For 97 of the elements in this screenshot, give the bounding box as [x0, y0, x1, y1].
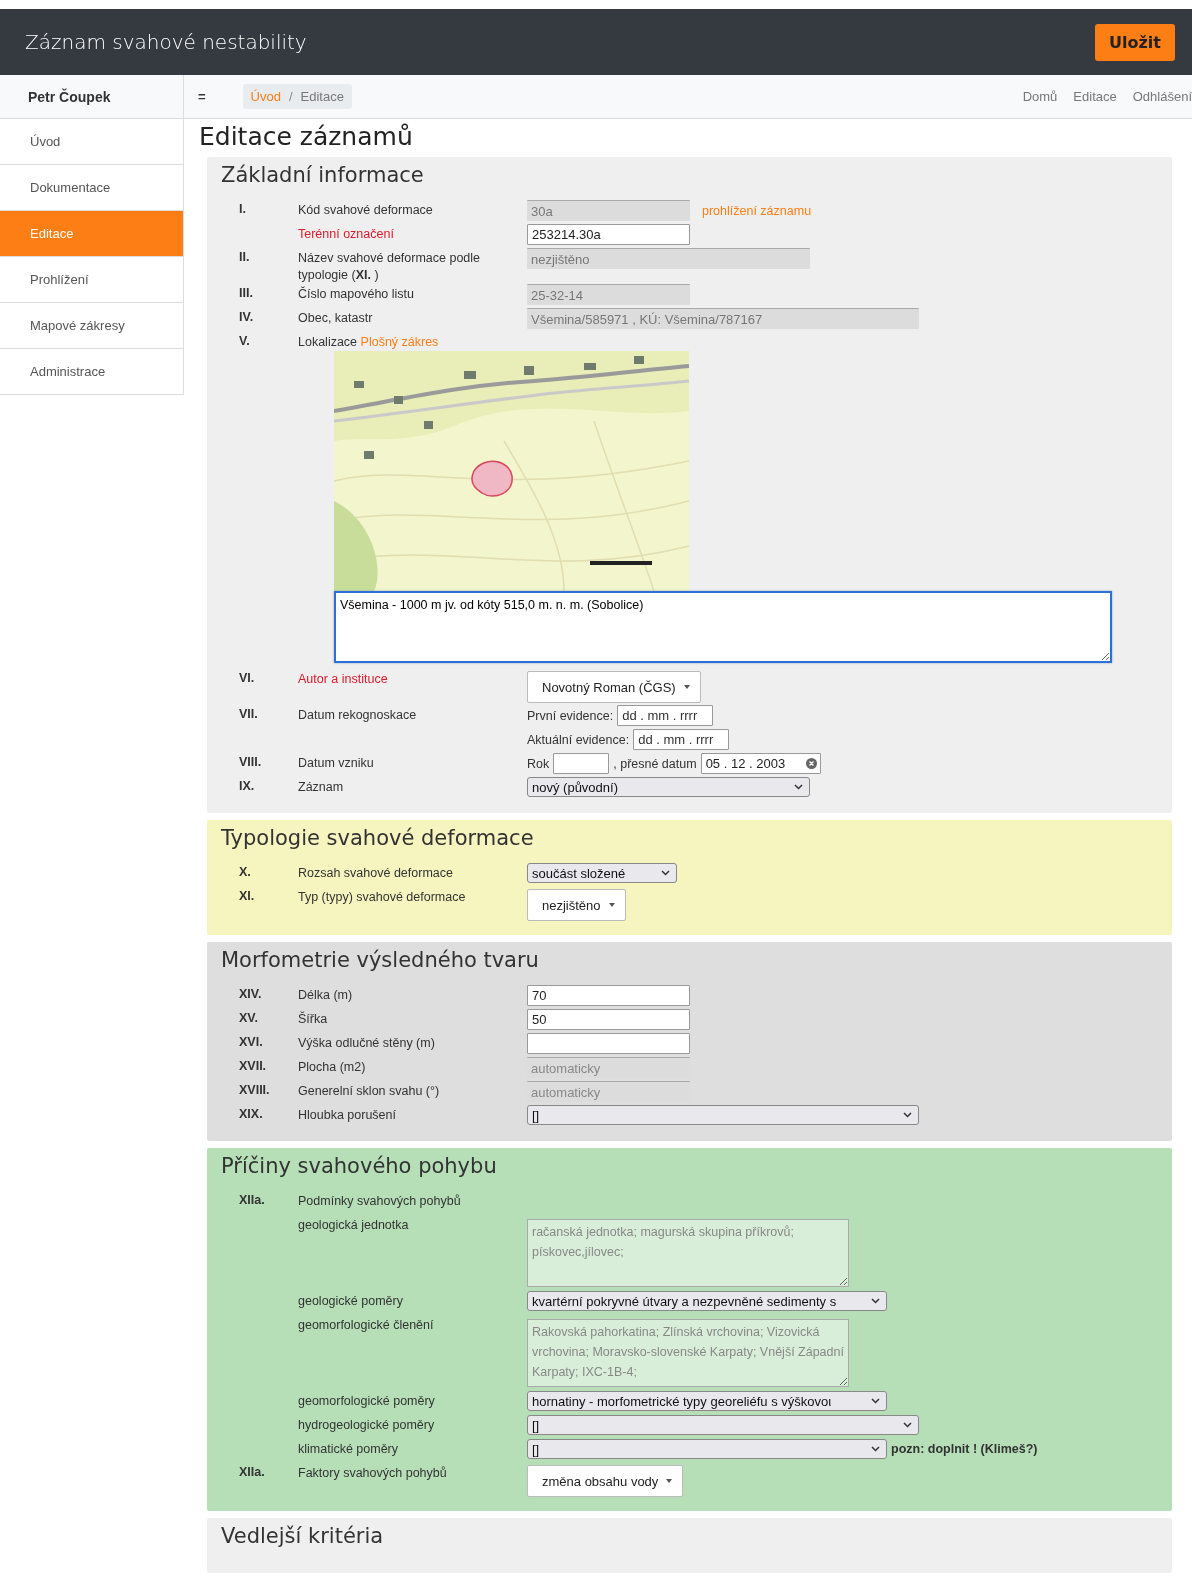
field-label: Název svahové deformace podle typologie (XI. ) — [298, 250, 482, 284]
text-field[interactable] — [553, 753, 610, 774]
chevron-icon — [903, 1422, 912, 1428]
breadcrumb-separator: / — [288, 89, 293, 104]
field-label: Šířka — [298, 1010, 329, 1028]
text-field[interactable]: 70 — [527, 985, 690, 1006]
field-label: Obec, katastr — [298, 310, 374, 327]
row-number: II. — [238, 249, 251, 264]
readonly-field[interactable]: automaticky — [527, 1081, 690, 1102]
row-number: IX. — [238, 778, 256, 793]
field-label: Typ (typy) svahové deformace — [298, 889, 467, 906]
row-number: XIV. — [238, 986, 263, 1001]
chevron-icon — [903, 1112, 912, 1118]
field-label: Výška odlučné stěny (m) — [298, 1035, 436, 1052]
field-label: Číslo mapového listu — [298, 285, 416, 303]
section-title: Příčiny svahového pohybu — [221, 1154, 498, 1178]
field-label: hydrogeologické poměry — [298, 1417, 436, 1434]
field-label: Podmínky svahových pohybů — [298, 1193, 462, 1210]
text-area[interactable]: Všemina - 1000 m jv. od kóty 515,0 m. n. m. (Sobolice) — [334, 591, 1112, 663]
field-label: Lokalizace Plošný zákres — [298, 334, 440, 351]
section-title: Typologie svahové deformace — [221, 826, 535, 850]
nav-link[interactable]: Odhlášení — [1132, 89, 1192, 104]
field-label: geologické poměry — [298, 1293, 404, 1310]
chevron-icon — [871, 1446, 880, 1452]
nav-link[interactable]: Editace — [1073, 89, 1117, 104]
dropdown-button[interactable]: nezjištěno — [527, 889, 626, 921]
row-number: VII. — [238, 706, 259, 721]
row-number: XIIa. — [238, 1464, 266, 1479]
date-field[interactable]: dd . mm . rrrr — [633, 729, 730, 750]
row-number: XIX. — [238, 1106, 264, 1121]
row-number: VI. — [238, 670, 256, 685]
clear-icon — [805, 758, 817, 769]
caret-icon — [608, 903, 615, 907]
chevron-icon — [871, 1298, 880, 1304]
field-label: Faktory svahových pohybů — [298, 1465, 448, 1482]
chevron-icon — [661, 870, 670, 876]
field-label: Plocha (m2) — [298, 1059, 367, 1076]
field-prefix: , přesné datum — [613, 756, 697, 771]
section-title: Vedlejší kritéria — [221, 1524, 385, 1548]
row-number: VIII. — [238, 754, 263, 769]
field-label: Generelní sklon svahu (°) — [298, 1083, 441, 1100]
chevron-icon — [794, 784, 803, 790]
field-prefix: Rok — [527, 756, 550, 771]
select-field[interactable]: [] — [527, 1105, 919, 1125]
select-field[interactable]: kvartérní pokryvné útvary a nezpevněné sedimenty s — [527, 1291, 887, 1311]
dropdown-button[interactable]: Novotný Roman (ČGS) — [527, 671, 701, 703]
select-field[interactable]: [] — [527, 1415, 919, 1435]
field-label: geomorfologické poměry — [298, 1393, 436, 1410]
field-label: geologická jednotka — [298, 1217, 410, 1234]
menu-toggle[interactable]: = — [198, 89, 206, 104]
field-label: Délka (m) — [298, 987, 354, 1004]
field-label: klimatické poměry — [298, 1441, 400, 1458]
field-label: Terénní označení — [298, 226, 395, 243]
field-label: Datum vzniku — [298, 755, 375, 772]
row-number: XIIa. — [238, 1192, 266, 1207]
field-prefix: Aktuální evidence: — [527, 732, 630, 747]
nav-link[interactable]: Domů — [1022, 89, 1058, 104]
date-field[interactable]: 05 . 12 . 2003 — [700, 753, 821, 774]
row-number: IV. — [238, 309, 255, 324]
text-field[interactable]: 253214.30a — [527, 224, 690, 245]
section-title: Morfometrie výsledného tvaru — [221, 948, 540, 972]
breadcrumb-current: Editace — [300, 89, 344, 104]
page-title: Editace záznamů — [199, 122, 414, 151]
select-field[interactable]: [] — [527, 1439, 887, 1459]
row-number: V. — [238, 333, 251, 348]
field-label: Autor a instituce — [298, 671, 389, 688]
readonly-field[interactable]: automaticky — [527, 1057, 690, 1078]
row-number: XV. — [238, 1010, 259, 1025]
field-prefix: První evidence: — [527, 708, 614, 723]
row-number: III. — [238, 285, 254, 300]
row-number: XI. — [238, 888, 256, 903]
row-number: XVII. — [238, 1058, 268, 1073]
note-text: pozn: doplnit ! (Klimeš?) — [891, 1442, 1038, 1456]
field-label: Datum rekognoskace — [298, 707, 418, 724]
text-field[interactable]: 50 — [527, 1009, 690, 1030]
section-title: Základní informace — [221, 163, 425, 187]
app-title: Záznam svahové nestability — [25, 30, 307, 54]
row-number: XVI. — [238, 1034, 264, 1049]
row-number: X. — [238, 864, 252, 879]
chevron-icon — [871, 1398, 880, 1404]
field-label: Záznam — [298, 779, 345, 796]
field-label: Rozsah svahové deformace — [298, 865, 454, 882]
caret-icon — [683, 685, 690, 689]
field-label: Kód svahové deformace — [298, 202, 434, 219]
user-name: Petr Čoupek — [0, 75, 183, 119]
caret-icon — [666, 1479, 673, 1483]
row-number: I. — [238, 201, 247, 216]
select-field[interactable]: hornatiny - morfometrické typy georeliéfu s výškovoι — [527, 1391, 887, 1411]
save-button[interactable]: Uložit — [1095, 23, 1175, 61]
field-label: geomorfologické členění — [298, 1317, 435, 1334]
select-field[interactable]: nový (původní) — [527, 777, 810, 797]
date-field[interactable]: dd . mm . rrrr — [617, 705, 714, 726]
select-field[interactable]: součást složené — [527, 863, 677, 883]
field-label: Hloubka porušení — [298, 1107, 397, 1124]
row-number: XVIII. — [238, 1082, 271, 1097]
text-field[interactable] — [527, 1033, 690, 1054]
dropdown-button[interactable]: změna obsahu vody — [527, 1465, 684, 1497]
